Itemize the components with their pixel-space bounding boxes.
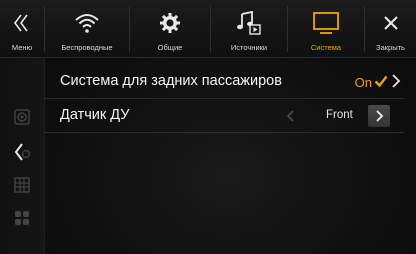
side-rail [0,58,45,254]
tab-wireless[interactable]: Беспроводные [45,0,129,57]
tab-sources-label: Источники [230,43,268,52]
tab-general-label: Общие [157,43,183,52]
tab-wireless-label: Беспроводные [61,43,113,52]
chevron-right-icon [390,73,402,94]
close-label: Закрыть [376,43,405,52]
rear-system-label: Система для задних пассажиров [60,73,282,89]
checkmark-icon [374,74,388,93]
close-button[interactable]: Закрыть [365,0,416,57]
previous-button[interactable] [280,105,302,127]
music-note-icon [236,6,262,40]
rear-system-value: On [354,75,372,90]
tab-general[interactable]: Общие [130,0,210,57]
settings-screen: Меню Беспроводные Общие Источники Систем… [0,0,416,254]
gear-icon [158,6,182,40]
speaker-icon[interactable] [0,102,44,132]
apps-icon[interactable] [0,203,44,233]
remote-sensor-value: Front [326,109,353,121]
remote-sensor-row: Датчик ДУ Front [44,100,404,133]
tab-sources[interactable]: Источники [211,0,287,57]
remote-sensor-label: Датчик ДУ [60,107,130,123]
chevron-left-icon[interactable] [0,137,44,167]
top-bar: Меню Беспроводные Общие Источники Систем… [0,0,416,58]
grid-icon[interactable] [0,170,44,200]
menu-label: Меню [11,43,33,52]
tab-system-label: Система [310,43,342,52]
next-button[interactable] [368,105,390,127]
wifi-icon [74,6,100,40]
menu-button[interactable]: Меню [0,0,44,57]
close-icon [381,6,401,40]
double-chevron-left-icon [11,6,33,40]
monitor-icon [312,6,340,40]
rear-system-row[interactable]: Система для задних пассажиров On [44,66,404,99]
tab-system[interactable]: Система [288,0,364,57]
